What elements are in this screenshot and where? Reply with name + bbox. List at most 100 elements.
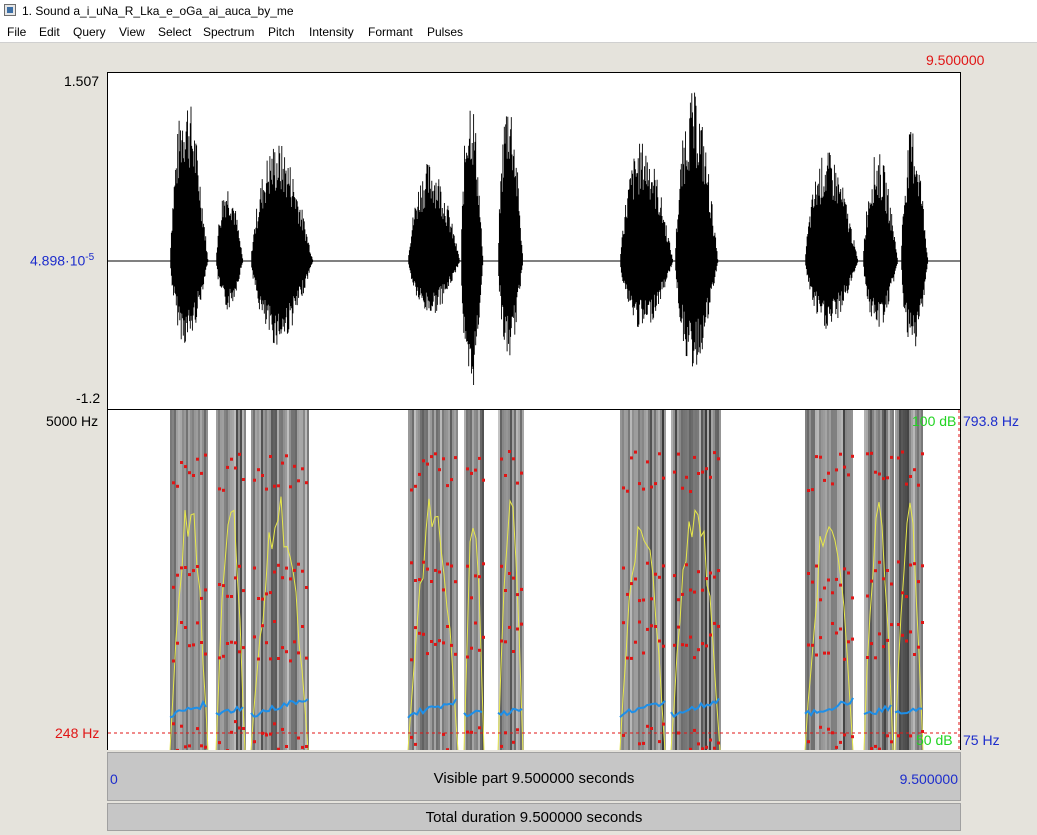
formant-point	[261, 474, 264, 477]
spectrogram-column	[184, 410, 186, 750]
menu-pitch[interactable]: Pitch	[268, 25, 295, 39]
formant-point	[188, 744, 191, 748]
formant-point	[301, 569, 304, 573]
formant-point	[878, 560, 881, 564]
formant-point	[184, 745, 187, 749]
formant-point	[269, 455, 272, 458]
formant-point	[470, 596, 473, 600]
formant-point	[874, 656, 877, 660]
formant-point	[681, 592, 684, 596]
formant-point	[450, 564, 453, 568]
spectrogram-top-freq-label: 5000 Hz	[46, 413, 99, 429]
spectrogram-column	[170, 410, 172, 750]
menu-pulses[interactable]: Pulses	[427, 25, 463, 39]
formant-point	[426, 652, 429, 656]
spectrogram-column	[907, 410, 909, 750]
spectrogram-column	[847, 410, 849, 750]
menu-select[interactable]: Select	[158, 25, 191, 39]
waveform-center-exponent: -5	[85, 252, 95, 263]
menu-spectrum[interactable]: Spectrum	[203, 25, 254, 39]
formant-point	[285, 650, 288, 654]
formant-point	[234, 641, 237, 645]
formant-point	[866, 594, 869, 598]
spectrogram-bottom-freq-label: 248 Hz	[55, 725, 100, 741]
formant-point	[622, 566, 625, 570]
formant-point	[713, 575, 716, 579]
formant-point	[890, 623, 893, 627]
formant-point	[289, 485, 292, 489]
formant-point	[500, 744, 503, 748]
formant-point	[823, 586, 826, 590]
formant-point	[196, 621, 199, 625]
formant-point	[301, 467, 304, 471]
spectrogram-column	[261, 410, 263, 750]
formant-point	[622, 733, 625, 737]
spectrogram-column	[709, 410, 711, 750]
total-duration-bar[interactable]: Total duration 9.500000 seconds	[107, 803, 961, 831]
formant-point	[226, 749, 229, 750]
spectrogram-panel[interactable]	[107, 410, 961, 750]
formant-point	[658, 452, 661, 456]
spectrogram-column	[628, 410, 630, 750]
formant-point	[226, 594, 229, 598]
formant-point	[516, 728, 519, 732]
formant-point	[218, 741, 221, 745]
menu-view[interactable]: View	[119, 25, 145, 39]
spectrogram-column	[472, 410, 474, 750]
formant-point	[847, 640, 850, 644]
formant-point	[222, 584, 225, 588]
spectrogram-column	[880, 410, 882, 750]
formant-point	[886, 734, 889, 738]
formant-point	[642, 598, 645, 602]
menu-query[interactable]: Query	[73, 25, 106, 39]
spectrogram-column	[626, 410, 628, 750]
formant-point	[693, 590, 696, 594]
spectrogram-plot	[108, 410, 960, 750]
formant-point	[504, 474, 507, 477]
formant-point	[878, 747, 881, 750]
formant-point	[713, 451, 716, 455]
formant-point	[630, 656, 633, 660]
formant-point	[512, 576, 515, 580]
formant-point	[422, 632, 425, 636]
menu-intensity[interactable]: Intensity	[309, 25, 354, 39]
waveform-trace	[170, 92, 929, 385]
spectrogram-column	[301, 410, 303, 750]
formant-point	[839, 583, 842, 587]
formant-point	[870, 451, 873, 455]
formant-point	[180, 461, 183, 464]
visible-part-bar[interactable]: 0 Visible part 9.500000 seconds 9.500000	[107, 752, 961, 801]
spectrogram-column	[456, 410, 458, 750]
menu-formant[interactable]: Formant	[368, 25, 413, 39]
formant-point	[218, 656, 221, 660]
spectrogram-column	[470, 410, 472, 750]
formant-point	[520, 622, 523, 626]
formant-point	[843, 733, 846, 737]
formant-point	[192, 569, 195, 573]
formant-point	[512, 740, 515, 744]
spectrogram-column	[174, 410, 176, 750]
waveform-panel[interactable]	[107, 72, 961, 410]
formant-point	[512, 650, 515, 653]
formant-point	[414, 579, 417, 582]
formant-point	[442, 457, 445, 461]
formant-point	[305, 656, 308, 660]
window-title: 1. Sound a_i_uNa_R_Lka_e_oGa_ai_auca_by_…	[22, 4, 294, 18]
spectrogram-column	[234, 410, 236, 750]
spectrogram-column	[251, 410, 253, 750]
menu-file[interactable]: File	[7, 25, 26, 39]
spectrogram-column	[518, 410, 520, 750]
formant-point	[827, 471, 830, 475]
spectrogram-column	[886, 410, 888, 750]
formant-point	[697, 648, 700, 652]
spectrogram-column	[675, 410, 677, 750]
intensity-bottom-label: 50 dB	[916, 732, 953, 748]
spectrogram-column	[805, 410, 807, 750]
formant-point	[446, 484, 449, 488]
menu-edit[interactable]: Edit	[39, 25, 60, 39]
spectrogram-column	[899, 410, 901, 750]
formant-point	[474, 468, 477, 472]
formant-point	[811, 580, 814, 584]
formant-point	[269, 591, 272, 595]
spectrogram-column	[697, 410, 699, 750]
